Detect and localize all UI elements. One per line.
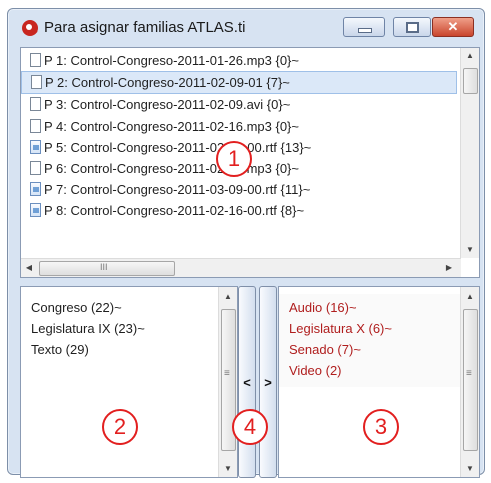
documents-vertical-scrollbar[interactable]: ▲ ▼	[460, 48, 479, 258]
document-label: P 5: Control-Congreso-2011-02-23-00.rtf …	[44, 139, 312, 155]
member-families-items: Audio (16)~ Legislatura X (6)~ Senado (7)~…	[279, 294, 461, 387]
scroll-down-arrow-icon[interactable]: ▼	[219, 461, 237, 477]
document-row[interactable]: P 3: Control-Congreso-2011-02-09.avi {0}…	[21, 94, 457, 115]
not-member-families-items: Congreso (22)~ Legislatura IX (23)~ Texto …	[31, 297, 145, 360]
assign-families-window: Para asignar familias ATLAS.ti ✕ P 1: Co…	[7, 8, 485, 478]
atlas-ti-logo-icon	[22, 20, 38, 36]
document-icon	[30, 160, 41, 175]
document-icon	[30, 97, 41, 112]
callout-badge-3: 3	[363, 409, 399, 445]
member-family-item[interactable]: Senado (7)~	[289, 339, 461, 360]
document-row[interactable]: P 4: Control-Congreso-2011-02-16.mp3 {0}…	[21, 116, 457, 137]
close-icon: ✕	[447, 19, 459, 34]
not-member-family-item[interactable]: Texto (29)	[31, 339, 145, 360]
document-row[interactable]: P 1: Control-Congreso-2011-01-26.mp3 {0}…	[21, 50, 457, 71]
document-row[interactable]: P 8: Control-Congreso-2011-02-16-00.rtf …	[21, 200, 457, 221]
document-label: P 1: Control-Congreso-2011-01-26.mp3 {0}…	[44, 53, 299, 68]
document-icon	[30, 118, 41, 133]
document-label: P 6: Control-Congreso-2011-02-23.mp3 {0}…	[44, 160, 299, 176]
rtf-document-icon	[30, 203, 41, 218]
left-arrow-label: <	[243, 375, 251, 390]
document-label: P 3: Control-Congreso-2011-02-09.avi {0}…	[44, 97, 291, 113]
grip-icon: III	[100, 262, 108, 272]
right-arrow-label: >	[264, 375, 272, 390]
member-families-list[interactable]: Audio (16)~ Legislatura X (6)~ Senado (7)~…	[278, 286, 480, 478]
not-member-family-item[interactable]: Congreso (22)~	[31, 297, 145, 318]
remove-from-family-button[interactable]: <	[238, 286, 256, 478]
scroll-down-arrow-icon[interactable]: ▼	[461, 242, 479, 258]
document-icon	[30, 53, 41, 67]
grip-icon: ≡	[466, 368, 472, 379]
scroll-right-arrow-icon[interactable]: ▶	[441, 259, 457, 277]
scroll-up-arrow-icon[interactable]: ▲	[461, 289, 479, 305]
member-family-item[interactable]: Video (2)	[289, 360, 461, 381]
close-button[interactable]: ✕	[432, 17, 474, 37]
scroll-up-arrow-icon[interactable]: ▲	[461, 48, 479, 64]
add-to-family-button[interactable]: >	[259, 286, 277, 478]
minimize-icon	[358, 28, 372, 33]
rtf-document-icon	[30, 139, 41, 154]
title-bar[interactable]: Para asignar familias ATLAS.ti ✕	[8, 9, 484, 45]
grip-icon: ≡	[224, 368, 230, 379]
document-label: P 4: Control-Congreso-2011-02-16.mp3 {0}…	[44, 118, 299, 134]
not-member-families-list[interactable]: Congreso (22)~ Legislatura IX (23)~ Texto …	[20, 286, 238, 478]
member-scroll-thumb[interactable]: ≡	[463, 309, 478, 451]
window-title: Para asignar familias ATLAS.ti	[44, 19, 246, 36]
minimize-button[interactable]	[343, 17, 385, 37]
member-family-item[interactable]: Audio (16)~	[289, 297, 461, 318]
member-family-item[interactable]: Legislatura X (6)~	[289, 318, 461, 339]
maximize-icon	[406, 22, 419, 33]
documents-scroll-thumb[interactable]	[463, 68, 478, 94]
document-row[interactable]: P 2: Control-Congreso-2011-02-09-01 {7}~	[21, 71, 457, 95]
documents-horizontal-scrollbar[interactable]: ◀ III ▶	[21, 258, 461, 277]
document-label: P 8: Control-Congreso-2011-02-16-00.rtf …	[44, 203, 305, 219]
member-vertical-scrollbar[interactable]: ▲ ≡ ▼	[460, 287, 479, 477]
documents-horizontal-scroll-thumb[interactable]: III	[39, 261, 175, 276]
callout-badge-4: 4	[232, 409, 268, 445]
not-member-family-item[interactable]: Legislatura IX (23)~	[31, 318, 145, 339]
scroll-left-arrow-icon[interactable]: ◀	[21, 259, 37, 277]
document-row[interactable]: P 7: Control-Congreso-2011-03-09-00.rtf …	[21, 179, 457, 200]
scroll-up-arrow-icon[interactable]: ▲	[219, 289, 237, 305]
callout-badge-1: 1	[216, 141, 252, 177]
document-label: P 7: Control-Congreso-2011-03-09-00.rtf …	[44, 182, 311, 198]
rtf-document-icon	[30, 182, 41, 197]
maximize-button[interactable]	[393, 17, 431, 37]
callout-badge-2: 2	[102, 409, 138, 445]
not-member-vertical-scrollbar[interactable]: ▲ ≡ ▼	[218, 287, 237, 477]
scroll-down-arrow-icon[interactable]: ▼	[461, 461, 479, 477]
document-label: P 2: Control-Congreso-2011-02-09-01 {7}~	[45, 75, 290, 91]
document-icon	[31, 75, 42, 90]
